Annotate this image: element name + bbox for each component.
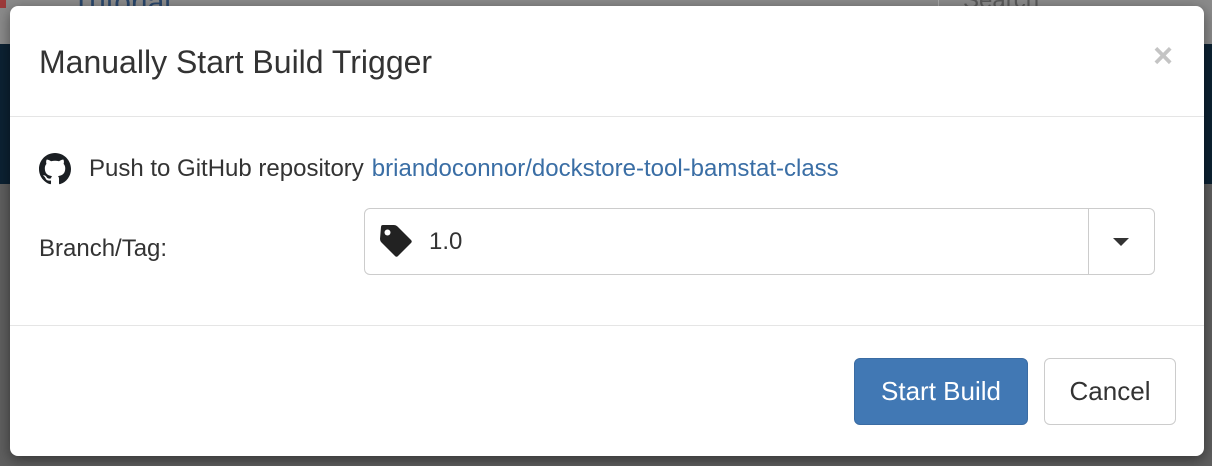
cancel-button[interactable]: Cancel <box>1044 358 1176 425</box>
background-accent-mark <box>0 0 6 8</box>
branch-tag-select[interactable]: 1.0 <box>364 208 1155 275</box>
repository-link[interactable]: briandoconnor/dockstore-tool-bamstat-cla… <box>372 155 839 183</box>
dialog-footer: Start Build Cancel <box>10 326 1204 456</box>
select-divider <box>1088 209 1089 274</box>
repository-info: Push to GitHub repository briandoconnor/… <box>39 153 839 185</box>
branch-tag-label: Branch/Tag: <box>39 235 168 262</box>
selected-branch-value: 1.0 <box>429 228 463 255</box>
close-button[interactable]: × <box>1147 36 1179 76</box>
dialog-header: Manually Start Build Trigger × <box>10 6 1204 117</box>
dialog-title: Manually Start Build Trigger <box>39 44 433 80</box>
start-build-button[interactable]: Start Build <box>854 358 1028 425</box>
github-icon <box>39 153 71 185</box>
caret-down-icon[interactable] <box>1113 238 1129 246</box>
tag-icon <box>380 225 412 257</box>
repository-prefix-text: Push to GitHub repository <box>89 155 364 182</box>
dialog-body: Push to GitHub repository briandoconnor/… <box>10 117 1204 326</box>
build-trigger-dialog: Manually Start Build Trigger × Push to G… <box>10 6 1204 456</box>
